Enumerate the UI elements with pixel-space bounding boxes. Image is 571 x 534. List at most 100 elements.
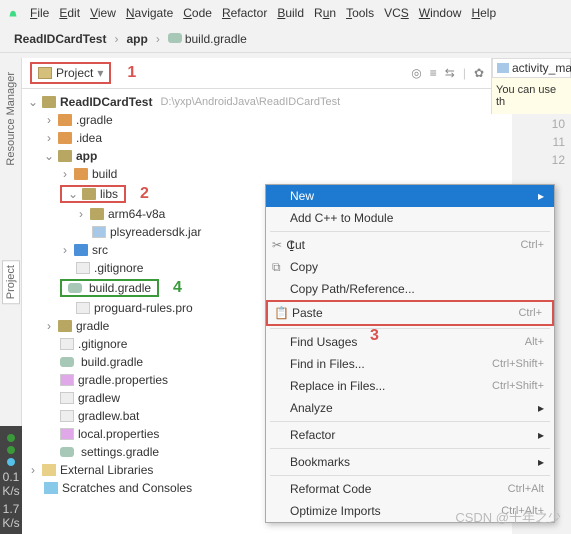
collapse-icon[interactable]: ⇆ <box>445 66 455 80</box>
tree-item[interactable]: ›.gradle <box>22 111 512 129</box>
menu-refactor[interactable]: Refactor▸ <box>266 424 554 446</box>
gradle-icon <box>168 33 182 43</box>
separator <box>270 421 550 422</box>
context-menu: New▸ Add C++ to Module ✂tCutCtrl+ ⧉ Copy … <box>265 184 555 523</box>
file-icon <box>76 262 90 274</box>
file-icon <box>76 302 90 314</box>
twisty-open-icon[interactable]: ⌄ <box>68 187 78 201</box>
expand-icon[interactable]: ≡ <box>430 66 437 80</box>
breadcrumb-project[interactable]: ReadIDCardTest <box>10 30 110 48</box>
twisty-open-icon[interactable]: ⌄ <box>28 95 38 109</box>
submenu-arrow-icon: ▸ <box>538 189 544 203</box>
file-icon <box>60 392 74 404</box>
separator <box>270 328 550 329</box>
project-view-selector[interactable]: Project ▾ <box>30 62 111 84</box>
menu-cut[interactable]: ✂tCutCtrl+ <box>266 234 554 256</box>
submenu-arrow-icon: ▸ <box>538 401 544 415</box>
annotation-1: 1 <box>127 64 136 82</box>
menu-new[interactable]: New▸ <box>266 185 554 207</box>
tree-item[interactable]: ›.idea <box>22 129 512 147</box>
gradle-icon <box>60 357 74 367</box>
file-icon <box>60 410 74 422</box>
box-icon <box>38 67 52 79</box>
folder-icon <box>58 114 72 126</box>
menu-bookmarks[interactable]: Bookmarks▸ <box>266 451 554 473</box>
menu-file[interactable]: File <box>26 4 53 22</box>
tab-resource-manager[interactable]: Resource Manager <box>3 68 19 170</box>
editor-pane: activity_ma You can use th <box>491 58 571 114</box>
chevron-down-icon: ▾ <box>97 66 103 80</box>
scratches-icon <box>44 482 58 494</box>
breadcrumb-file[interactable]: build.gradle <box>164 30 251 48</box>
watermark: CSDN @十年之少 <box>455 507 561 526</box>
separator <box>270 475 550 476</box>
folder-icon <box>42 96 56 108</box>
copy-icon: ⧉ <box>272 260 286 275</box>
menu-paste[interactable]: 📋PasteCtrl+ <box>266 300 554 326</box>
tree-item-app[interactable]: ⌄app <box>22 147 512 165</box>
menu-vcs[interactable]: VCS <box>380 4 413 22</box>
menu-build[interactable]: Build <box>273 4 308 22</box>
submenu-arrow-icon: ▸ <box>538 455 544 469</box>
twisty-closed-icon[interactable]: › <box>28 463 38 477</box>
twisty-closed-icon[interactable]: › <box>60 167 70 181</box>
menu-refactor[interactable]: Refactor <box>218 4 271 22</box>
tree-root[interactable]: ⌄ReadIDCardTestD:\yxp\AndroidJava\ReadID… <box>22 93 512 111</box>
menu-reformat[interactable]: Reformat CodeCtrl+Alt <box>266 478 554 500</box>
menu-tools[interactable]: Tools <box>342 4 378 22</box>
menu-bar: File Edit View Navigate Code Refactor Bu… <box>0 0 571 26</box>
menu-replace-in-files[interactable]: Replace in Files...Ctrl+Shift+ <box>266 375 554 397</box>
menu-view[interactable]: View <box>86 4 120 22</box>
twisty-closed-icon[interactable]: › <box>44 319 54 333</box>
menu-code[interactable]: Code <box>179 4 216 22</box>
editor-tab[interactable]: activity_ma <box>492 58 571 78</box>
annotation-3: 3 <box>370 327 379 345</box>
twisty-closed-icon[interactable]: › <box>44 113 54 127</box>
divider: | <box>463 66 466 80</box>
menu-find-usages[interactable]: Find UsagesAlt+ <box>266 331 554 353</box>
app-logo-icon <box>6 6 20 20</box>
chevron-right-icon: › <box>156 32 160 46</box>
menu-find-in-files[interactable]: Find in Files...Ctrl+Shift+ <box>266 353 554 375</box>
library-icon <box>42 464 56 476</box>
scissors-icon: ✂ <box>272 238 286 252</box>
menu-navigate[interactable]: Navigate <box>122 4 177 22</box>
separator <box>270 448 550 449</box>
folder-icon <box>58 320 72 332</box>
tree-item[interactable]: ›build <box>22 165 512 183</box>
file-icon <box>60 338 74 350</box>
tab-project[interactable]: Project <box>2 260 20 304</box>
folder-icon <box>74 168 88 180</box>
breadcrumb-module[interactable]: app <box>122 30 151 48</box>
props-icon <box>60 428 74 440</box>
folder-icon <box>90 208 104 220</box>
jar-icon <box>92 226 106 238</box>
menu-copy[interactable]: ⧉Copy <box>266 256 554 278</box>
breadcrumb: ReadIDCardTest › app › build.gradle <box>0 26 571 53</box>
gradle-icon <box>60 447 74 457</box>
menu-window[interactable]: Window <box>415 4 466 22</box>
editor-gutter: 101112 <box>536 115 571 169</box>
separator <box>270 231 550 232</box>
menu-edit[interactable]: Edit <box>55 4 84 22</box>
twisty-open-icon[interactable]: ⌄ <box>44 149 54 163</box>
menu-run[interactable]: Run <box>310 4 340 22</box>
folder-icon <box>58 150 72 162</box>
target-icon[interactable]: ◎ <box>411 66 421 80</box>
submenu-arrow-icon: ▸ <box>538 428 544 442</box>
twisty-closed-icon[interactable]: › <box>60 243 70 257</box>
project-toolbar: Project ▾ 1 ◎ ≡ ⇆ | ✿ — <box>22 58 512 89</box>
paste-icon: 📋 <box>274 306 288 320</box>
twisty-closed-icon[interactable]: › <box>44 131 54 145</box>
props-icon <box>60 374 74 386</box>
annotation-4: 4 <box>173 279 182 297</box>
menu-add-cpp[interactable]: Add C++ to Module <box>266 207 554 229</box>
menu-help[interactable]: Help <box>467 4 500 22</box>
folder-icon <box>74 244 88 256</box>
twisty-closed-icon[interactable]: › <box>76 207 86 221</box>
menu-analyze[interactable]: Analyze▸ <box>266 397 554 419</box>
folder-icon <box>58 132 72 144</box>
xml-icon <box>497 63 509 73</box>
menu-copy-path[interactable]: Copy Path/Reference... <box>266 278 554 300</box>
gear-icon[interactable]: ✿ <box>474 66 484 80</box>
